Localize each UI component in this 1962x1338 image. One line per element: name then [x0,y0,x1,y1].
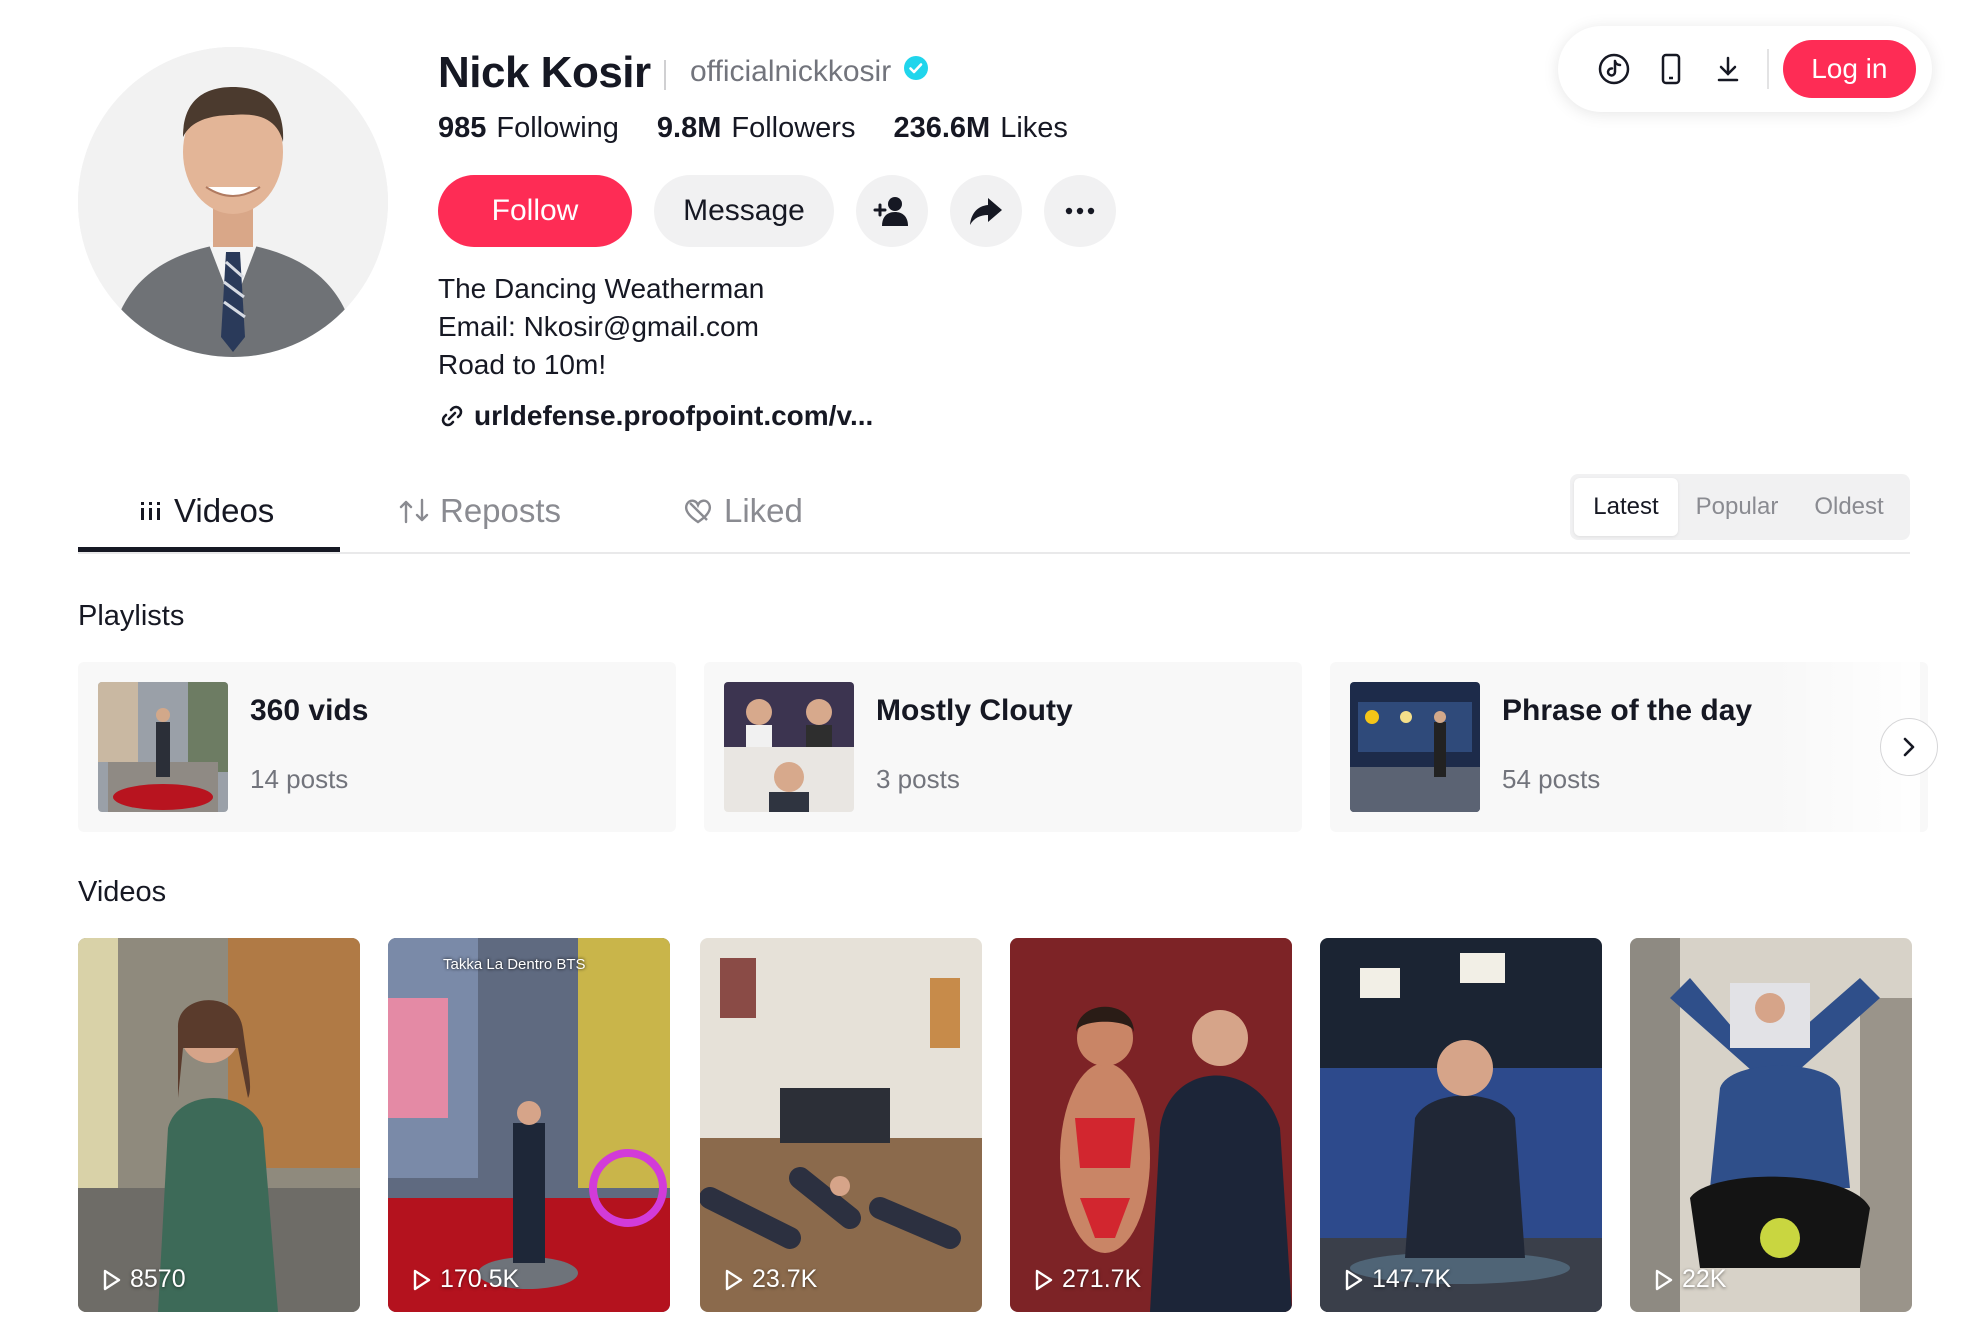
view-count: 23.7K [724,1265,817,1294]
sort-popular[interactable]: Popular [1678,478,1796,536]
sort-toggle: Latest Popular Oldest [1570,474,1910,540]
view-count: 271.7K [1034,1265,1141,1294]
playlist-thumbnail [98,682,228,812]
play-icon [1035,1269,1053,1290]
add-person-icon [873,197,908,226]
follow-button[interactable]: Follow [438,175,632,247]
grid-bars-icon [141,502,160,520]
login-button[interactable]: Log in [1782,40,1917,98]
share-button[interactable] [950,175,1022,247]
profile-stats: 985 Following 9.8M Followers 236.6M Likes [438,112,1068,145]
tiktok-logo-icon[interactable] [1586,40,1643,98]
name-divider [664,60,666,90]
play-icon [1345,1269,1363,1290]
divider [1766,49,1769,89]
playlist-card[interactable]: 360 vids 14 posts [78,662,676,832]
link-icon [441,405,463,427]
playlist-count: 14 posts [250,764,349,794]
sort-oldest[interactable]: Oldest [1796,478,1902,536]
video-thumbnail[interactable]: 271.7K [1010,938,1292,1312]
profile-name: Nick Kosir [438,48,651,97]
stat-following[interactable]: 985 Following [438,112,619,145]
profile-actions: Follow Message [438,175,1116,247]
download-icon[interactable] [1700,40,1757,98]
avatar[interactable] [78,47,388,357]
more-dots-icon [1065,207,1095,215]
play-icon [1655,1269,1673,1290]
suggested-accounts-button[interactable] [856,175,928,247]
active-tab-indicator [78,547,340,552]
chevron-right-icon [1903,737,1915,757]
profile-link[interactable]: urldefense.proofpoint.com/v... [438,400,873,432]
verified-badge-icon [903,55,929,89]
playlist-title: 360 vids [250,694,369,727]
repost-icon [399,498,429,524]
video-thumbnail[interactable]: 147.7K [1320,938,1602,1312]
playlist-title: Phrase of the day [1502,694,1753,727]
play-icon [725,1269,743,1290]
playlist-thumbnail [1350,682,1480,812]
stat-followers[interactable]: 9.8M Followers [657,112,856,145]
profile-username: officialnickkosir [690,55,929,89]
playlist-card[interactable]: Mostly Clouty 3 posts [704,662,1302,832]
more-options-button[interactable] [1044,175,1116,247]
carousel-next-button[interactable] [1880,718,1938,776]
video-thumbnail[interactable]: 23.7K [700,938,982,1312]
playlist-thumbnail [724,682,854,812]
video-caption: Takka La Dentro BTS [443,956,586,973]
username-text: officialnickkosir [690,55,892,88]
tab-liked[interactable]: Liked [682,492,803,530]
message-button[interactable]: Message [654,175,834,247]
profile-bio: The Dancing Weatherman Email: Nkosir@gma… [438,273,765,380]
sort-latest[interactable]: Latest [1574,478,1678,536]
view-count: 8570 [102,1265,186,1294]
playlist-title: Mostly Clouty [876,694,1073,727]
tab-reposts[interactable]: Reposts [398,492,561,530]
heart-eye-off-icon [684,499,712,524]
mobile-phone-icon[interactable] [1643,40,1700,98]
view-count: 147.7K [1344,1265,1451,1294]
play-icon [103,1269,121,1290]
share-arrow-icon [970,198,1002,225]
top-action-bar: Log in [1558,26,1932,112]
video-thumbnail[interactable]: 8570 [78,938,360,1312]
playlist-count: 3 posts [876,764,960,794]
view-count: 170.5K [412,1265,519,1294]
tab-videos[interactable]: Videos [138,492,274,530]
video-thumbnail[interactable]: Takka La Dentro BTS 170.5K [388,938,670,1312]
playlists-heading: Playlists [78,600,185,632]
video-thumbnail[interactable]: 22K [1630,938,1912,1312]
playlist-count: 54 posts [1502,764,1601,794]
videos-heading: Videos [78,876,167,908]
play-icon [413,1269,431,1290]
stat-likes: 236.6M Likes [893,112,1068,144]
view-count: 22K [1654,1265,1726,1294]
